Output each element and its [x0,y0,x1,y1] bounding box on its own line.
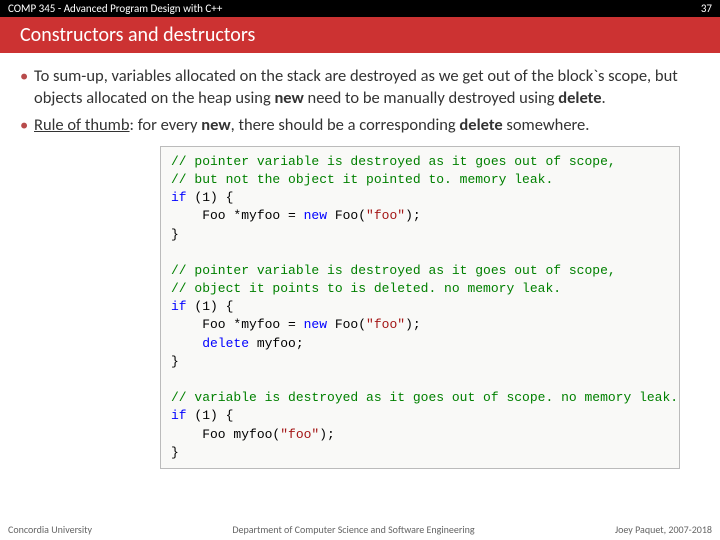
underline-rule: Rule of thumb [34,115,130,135]
code-text: ); [405,208,421,223]
text: . [602,88,606,108]
code-comment: // pointer variable is destroyed as it g… [171,154,616,169]
bold-delete: delete [459,115,502,135]
code-text: } [171,354,179,369]
code-text: ); [405,317,421,332]
text: , there should be a corresponding [231,115,460,135]
code-keyword: new [304,208,327,223]
text: : for every [130,115,202,135]
bold-new: new [201,115,230,135]
code-text [171,336,202,351]
footer-left: Concordia University [8,523,92,536]
bold-new: new [274,88,303,108]
code-text: Foo myfoo( [171,427,280,442]
code-text: myfoo; [249,336,304,351]
code-text: Foo *myfoo = [171,208,304,223]
page-number: 37 [701,2,712,15]
footer-center: Department of Computer Science and Softw… [232,523,474,536]
code-block: // pointer variable is destroyed as it g… [160,146,680,469]
code-string: "foo" [366,208,405,223]
course-label: COMP 345 - Advanced Program Design with … [8,2,222,15]
text: need to be manually destroyed using [304,88,558,108]
code-keyword: if [171,299,187,314]
code-text: } [171,227,179,242]
code-text: Foo *myfoo = [171,317,304,332]
bullet-item-1: To sum-up, variables allocated on the st… [20,65,700,110]
code-comment: // variable is destroyed as it goes out … [171,390,678,405]
code-string: "foo" [366,317,405,332]
code-keyword: new [304,317,327,332]
code-text: (1) { [187,190,234,205]
content-area: To sum-up, variables allocated on the st… [0,53,720,481]
code-text: ); [319,427,335,442]
header-bar: COMP 345 - Advanced Program Design with … [0,0,720,17]
code-comment: // pointer variable is destroyed as it g… [171,263,616,278]
bold-delete: delete [558,88,601,108]
code-keyword: delete [202,336,249,351]
bullet-item-2: Rule of thumb: for every new, there shou… [20,114,700,136]
slide-title: Constructors and destructors [0,17,720,53]
code-text: (1) { [187,299,234,314]
code-text: (1) { [187,408,234,423]
code-keyword: if [171,190,187,205]
footer-right: Joey Paquet, 2007-2018 [615,523,712,536]
code-string: "foo" [280,427,319,442]
code-comment: // object it points to is deleted. no me… [171,281,561,296]
bullet-list: To sum-up, variables allocated on the st… [20,65,700,136]
code-text: Foo( [327,317,366,332]
code-keyword: if [171,408,187,423]
code-comment: // but not the object it pointed to. mem… [171,172,553,187]
code-text: Foo( [327,208,366,223]
code-text: } [171,445,179,460]
footer: Concordia University Department of Compu… [0,523,720,536]
text: somewhere. [503,115,590,135]
